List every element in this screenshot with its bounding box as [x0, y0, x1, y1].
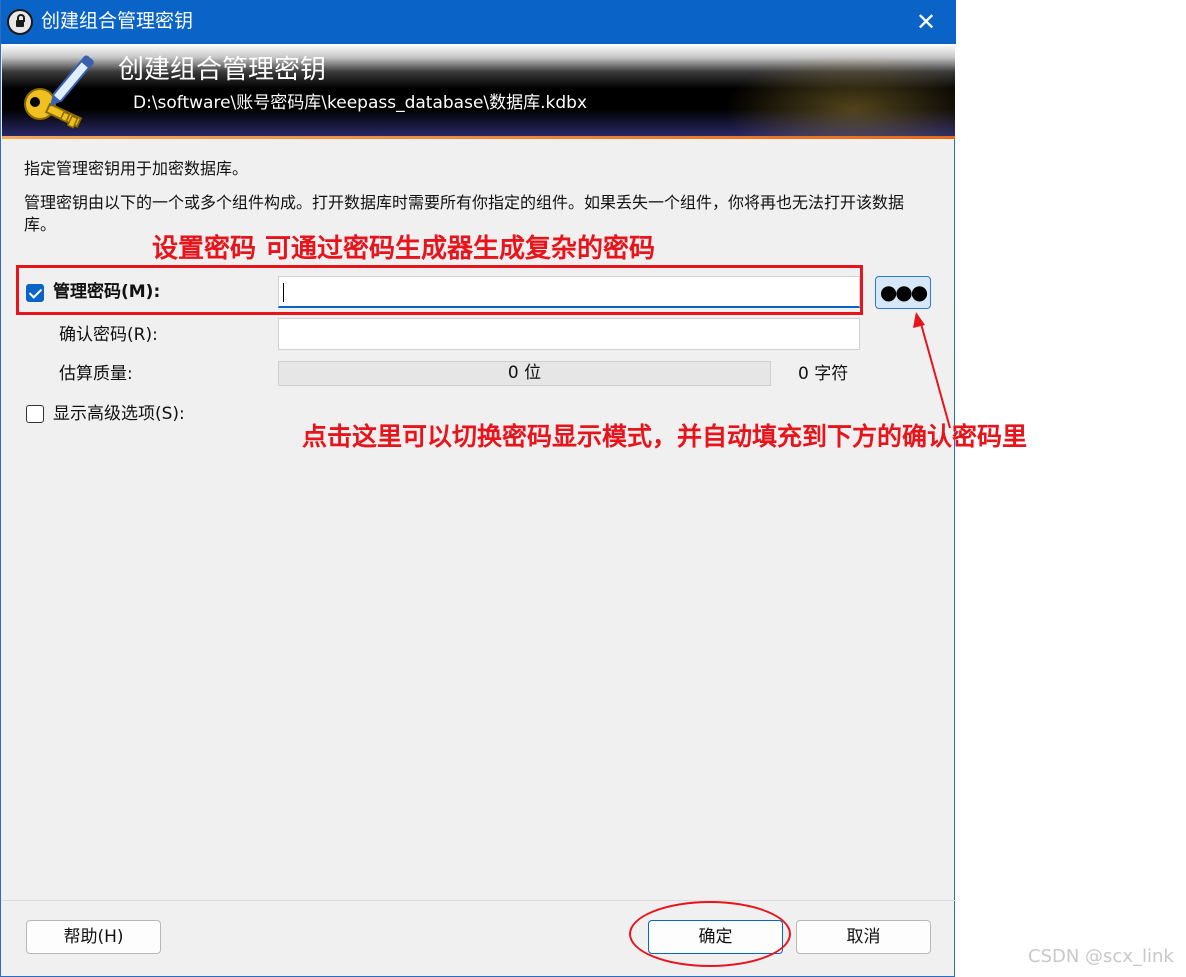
quality-bits-text: 0 位: [507, 363, 542, 383]
key-pen-icon: [24, 55, 94, 129]
quality-label: 估算质量:: [59, 364, 133, 384]
description-text: 管理密钥由以下的一个或多个组件构成。打开数据库时需要所有你指定的组件。如果丢失一…: [24, 193, 905, 234]
toggle-password-visibility-button[interactable]: ●●●: [875, 276, 931, 309]
watermark: CSDN @scx_link: [1028, 946, 1174, 967]
banner-title: 创建组合管理密钥: [118, 55, 327, 85]
annotation-arrow-icon: [913, 312, 951, 429]
annotation-set-password: 设置密码 可通过密码生成器生成复杂的密码: [152, 234, 656, 264]
title-bar: 创建组合管理密钥 ✕: [1, 0, 956, 44]
header-banner: 创建组合管理密钥 D:\software\账号密码库\keepass_datab…: [2, 44, 955, 137]
create-master-key-dialog: 创建组合管理密钥 ✕ 创建组合管理密钥 D:\software\账号密码库\ke…: [0, 0, 956, 977]
banner-decoration: [702, 44, 955, 137]
footer-divider: [2, 900, 955, 901]
quality-progress-bar: 0 位: [278, 361, 771, 386]
intro-text: 指定管理密钥用于加密数据库。: [24, 159, 249, 178]
cancel-button[interactable]: 取消: [796, 920, 931, 954]
annotation-box: [16, 265, 863, 315]
annotation-ellipse: [629, 901, 791, 967]
window-title: 创建组合管理密钥: [41, 10, 194, 32]
confirm-password-label: 确认密码(R):: [59, 325, 158, 345]
close-button[interactable]: ✕: [906, 6, 946, 38]
advanced-options-checkbox[interactable]: [26, 405, 44, 423]
quality-chars-text: 0 字符: [798, 364, 849, 384]
confirm-password-input[interactable]: [278, 318, 860, 350]
banner-stripe: [2, 136, 955, 139]
help-button[interactable]: 帮助(H): [26, 920, 161, 954]
lock-icon: [7, 9, 33, 35]
database-path: D:\software\账号密码库\keepass_database\数据库.k…: [133, 93, 588, 113]
advanced-options-label: 显示高级选项(S):: [53, 404, 185, 424]
